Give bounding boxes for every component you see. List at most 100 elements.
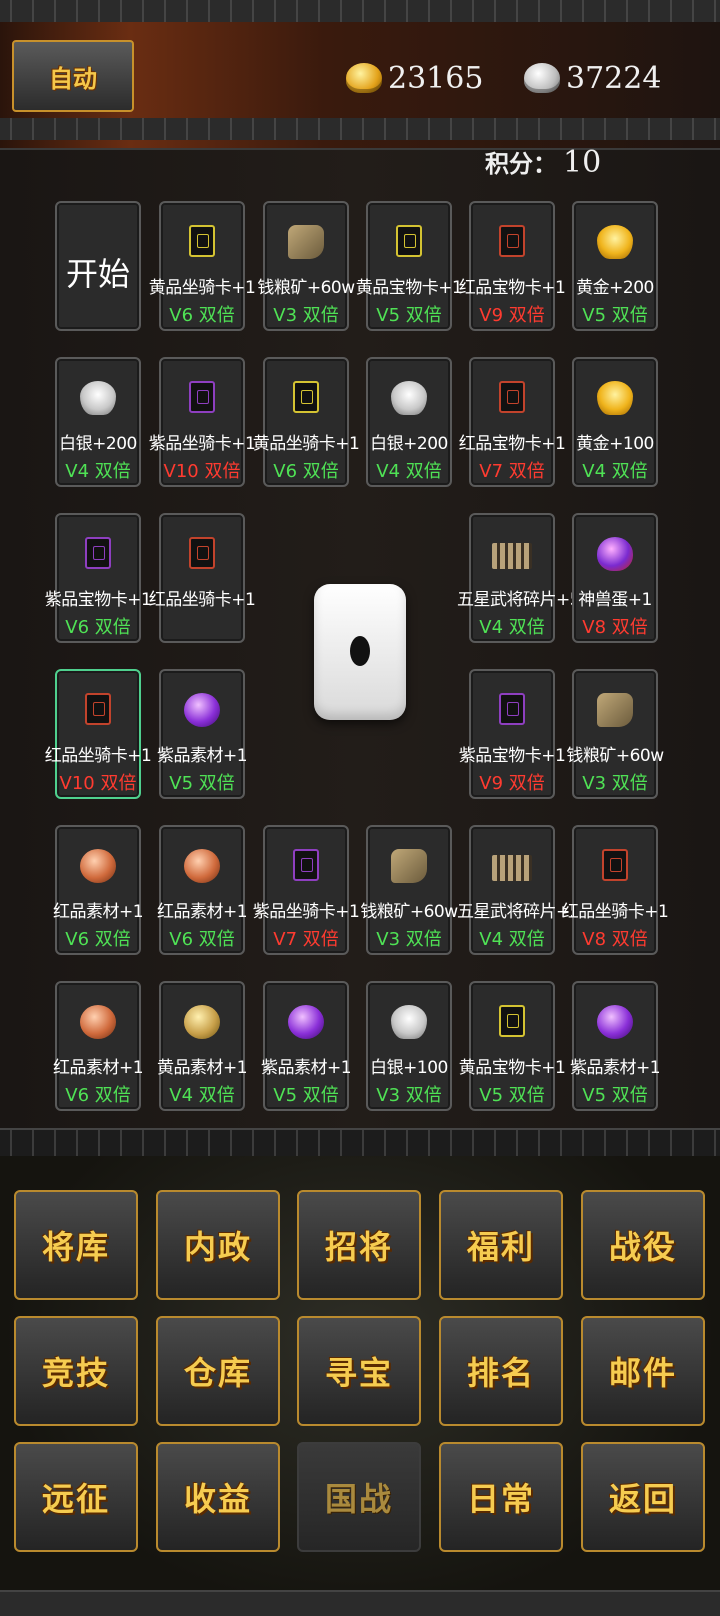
top-border-ornament: [0, 0, 720, 22]
menu-button-1[interactable]: 内政: [156, 1190, 280, 1300]
card-red-icon: [85, 693, 111, 725]
tile-multiplier-label: V5 双倍: [273, 1085, 339, 1106]
board-tile[interactable]: 黄品宝物卡+1 V5 双倍: [356, 201, 463, 331]
board-tile[interactable]: 红品素材+1 V6 双倍: [53, 825, 144, 955]
tile-reward-label: 紫品素材+1: [260, 1058, 352, 1078]
board-tile[interactable]: 白银+200 V4 双倍: [55, 357, 141, 487]
card-purple-icon: [189, 381, 215, 413]
silver-ingot-icon: [391, 381, 427, 415]
board-tile[interactable]: 紫品素材+1 V5 双倍: [261, 981, 352, 1111]
board-tile[interactable]: 五星武将碎片+50 V4 双倍: [457, 513, 591, 643]
section-divider: [0, 1128, 720, 1158]
beast-egg-icon: [597, 537, 633, 571]
menu-button-0[interactable]: 将库: [14, 1190, 138, 1300]
menu-button-4[interactable]: 战役: [581, 1190, 705, 1300]
board-tile[interactable]: 红品坐骑卡+1 V10 双倍: [45, 669, 152, 799]
start-label: 开始: [65, 255, 130, 293]
tile-multiplier-label: V10 双倍: [163, 461, 241, 482]
board-tile[interactable]: 红品素材+1 V6 双倍: [157, 825, 248, 955]
board-tile[interactable]: 紫品宝物卡+1 V9 双倍: [459, 669, 566, 799]
tile-multiplier-label: V5 双倍: [169, 773, 235, 794]
gold-ingot-icon: [597, 381, 633, 415]
menu-button-6[interactable]: 仓库: [156, 1316, 280, 1426]
top-bar-bottom-ornament: [0, 118, 720, 140]
tile-reward-label: 紫品坐骑卡+1: [252, 902, 360, 922]
board-tile[interactable]: 红品素材+1 V6 双倍: [53, 981, 144, 1111]
silver-currency: 37224: [524, 56, 661, 100]
menu-button-10[interactable]: 远征: [14, 1442, 138, 1552]
menu-button-3[interactable]: 福利: [439, 1190, 563, 1300]
gold-ingot-icon: [597, 225, 633, 259]
tile-multiplier-label: V4 双倍: [582, 461, 648, 482]
board-tile[interactable]: 紫品坐骑卡+1 V10 双倍: [149, 357, 256, 487]
board-tile[interactable]: 五星武将碎片+50 V4 双倍: [457, 825, 591, 955]
card-red-icon: [499, 381, 525, 413]
tile-reward-label: 红品宝物卡+1: [458, 434, 566, 454]
menu-button-5[interactable]: 竞技: [14, 1316, 138, 1426]
board-tile[interactable]: 白银+200 V4 双倍: [366, 357, 452, 487]
gem-purple-icon: [288, 1005, 324, 1039]
tile-reward-label: 神兽蛋+1: [578, 590, 652, 610]
tile-reward-label: 五星武将碎片+50: [457, 590, 591, 610]
board-tile[interactable]: 红品宝物卡+1 V7 双倍: [459, 357, 566, 487]
board-tile[interactable]: 红品坐骑卡+1: [149, 513, 256, 643]
tile-reward-label: 黄品宝物卡+1: [458, 1058, 566, 1078]
card-yellow-icon: [189, 225, 215, 257]
tile-multiplier-label: V3 双倍: [582, 773, 648, 794]
board-tile[interactable]: 红品坐骑卡+1 V8 双倍: [562, 825, 669, 955]
tile-multiplier-label: V3 双倍: [273, 305, 339, 326]
menu-button-8[interactable]: 排名: [439, 1316, 563, 1426]
card-yellow-icon: [396, 225, 422, 257]
board-tile[interactable]: 黄品坐骑卡+1 V6 双倍: [253, 357, 360, 487]
board-tile[interactable]: 紫品坐骑卡+1 V7 双倍: [253, 825, 360, 955]
tile-multiplier-label: V4 双倍: [479, 929, 545, 950]
tile-reward-label: 紫品坐骑卡+1: [148, 434, 256, 454]
tile-multiplier-label: V6 双倍: [65, 929, 131, 950]
card-yellow-icon: [499, 1005, 525, 1037]
menu-button-9[interactable]: 邮件: [581, 1316, 705, 1426]
tile-reward-label: 钱粮矿+60w: [566, 746, 664, 766]
board-tile[interactable]: 黄品坐骑卡+1 V6 双倍: [149, 201, 256, 331]
gold-currency: 23165: [346, 56, 483, 100]
board-tile[interactable]: 紫品素材+1 V5 双倍: [570, 981, 661, 1111]
start-tile[interactable]: 开始: [55, 201, 141, 331]
tile-multiplier-label: V8 双倍: [582, 929, 648, 950]
board-tile[interactable]: 钱粮矿+60w V3 双倍: [360, 825, 458, 955]
card-red-icon: [189, 537, 215, 569]
tile-reward-label: 红品素材+1: [156, 902, 248, 922]
card-purple-icon: [293, 849, 319, 881]
menu-button-7[interactable]: 寻宝: [297, 1316, 421, 1426]
gem-yellow-icon: [184, 1005, 220, 1039]
tile-multiplier-label: V5 双倍: [479, 1085, 545, 1106]
tile-reward-label: 白银+200: [59, 434, 137, 454]
card-yellow-icon: [293, 381, 319, 413]
board-tile[interactable]: 红品宝物卡+1 V9 双倍: [459, 201, 566, 331]
gem-purple-icon: [597, 1005, 633, 1039]
menu-button-12[interactable]: 国战: [297, 1442, 421, 1552]
menu-button-2[interactable]: 招将: [297, 1190, 421, 1300]
board-tile[interactable]: 神兽蛋+1 V8 双倍: [572, 513, 658, 643]
board-tile[interactable]: 紫品素材+1 V5 双倍: [157, 669, 248, 799]
auto-button[interactable]: 自动: [12, 40, 134, 112]
board-tile[interactable]: 黄品宝物卡+1 V5 双倍: [459, 981, 566, 1111]
board-tile[interactable]: 紫品宝物卡+1 V6 双倍: [45, 513, 152, 643]
gem-red-icon: [80, 849, 116, 883]
tile-reward-label: 红品素材+1: [52, 902, 144, 922]
dice[interactable]: [314, 584, 406, 720]
board-tile[interactable]: 钱粮矿+60w V3 双倍: [257, 201, 355, 331]
tile-reward-label: 红品素材+1: [52, 1058, 144, 1078]
tile-reward-label: 白银+100: [370, 1058, 448, 1078]
board-tile[interactable]: 黄金+200 V5 双倍: [572, 201, 658, 331]
board-tile[interactable]: 钱粮矿+60w V3 双倍: [566, 669, 664, 799]
menu-button-11[interactable]: 收益: [156, 1442, 280, 1552]
board-tile[interactable]: 黄金+100 V4 双倍: [572, 357, 658, 487]
tile-reward-label: 五星武将碎片+50: [457, 902, 591, 922]
score-display: 积分： 10: [485, 144, 601, 180]
tile-multiplier-label: V5 双倍: [582, 305, 648, 326]
menu-button-13[interactable]: 日常: [439, 1442, 563, 1552]
tile-reward-label: 红品坐骑卡+1: [148, 590, 256, 610]
tile-multiplier-label: V6 双倍: [169, 929, 235, 950]
board-tile[interactable]: 白银+100 V3 双倍: [366, 981, 452, 1111]
board-tile[interactable]: 黄品素材+1 V4 双倍: [157, 981, 248, 1111]
menu-button-14[interactable]: 返回: [581, 1442, 705, 1552]
